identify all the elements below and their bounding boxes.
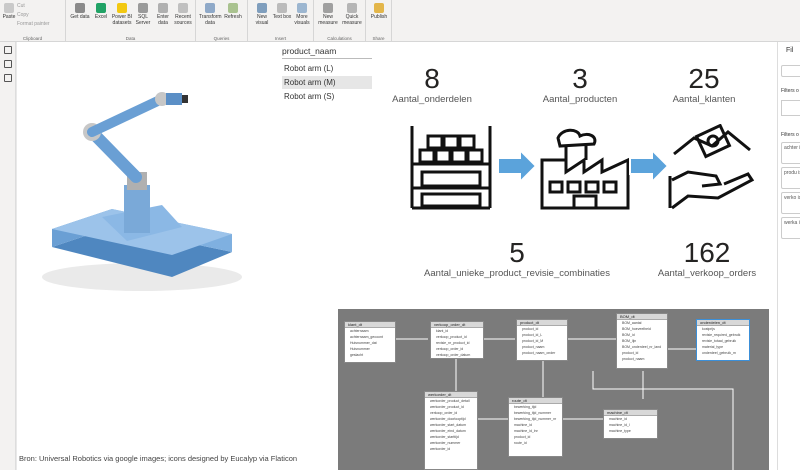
handshake-money-icon [668, 124, 755, 210]
enter-data-button[interactable]: Enter data [152, 3, 174, 26]
filter-card[interactable]: achter is (All) [781, 142, 800, 164]
filter-search-input[interactable] [781, 65, 800, 77]
cut-button[interactable]: Cut [17, 3, 25, 9]
model-table-onderdelen[interactable]: onderdelen_dt kostprijs revisie_required… [696, 319, 750, 361]
data-group: Get data Excel Power BI datasets SQL Ser… [66, 0, 196, 42]
powerbi-icon [117, 3, 127, 13]
filter-card[interactable]: werka is (All) [781, 217, 800, 239]
arrow-right-icon [497, 148, 538, 184]
kpi-card-verkoop-orders[interactable]: 162 Aantal_verkoop_orders [642, 238, 772, 280]
measure-icon [323, 3, 333, 13]
copy-button[interactable]: Copy [17, 12, 29, 18]
kpi-card-revisie-combinaties[interactable]: 5 Aantal_unieke_product_revisie_combinat… [407, 238, 627, 280]
filters-pane: Fil Filters o Filters o achter is (All) … [777, 42, 800, 470]
chart-icon [257, 3, 267, 13]
excel-icon [96, 3, 106, 13]
filters-title: Fil [786, 47, 794, 54]
slicer-item[interactable]: Robot arm (L) [282, 62, 372, 75]
table-icon [158, 3, 168, 13]
model-table-verkoop-order[interactable]: verkoop_order_dt klant_id verkoop_produc… [430, 321, 484, 359]
paste-icon [4, 3, 14, 13]
filter-card[interactable]: produ is (All) [781, 167, 800, 189]
quick-measure-button[interactable]: Quick measure [341, 3, 363, 26]
robot-arm-image [42, 92, 242, 291]
kpi-card-onderdelen[interactable]: 8 Aantal_onderdelen [382, 64, 482, 106]
share-group: Publish Share [366, 0, 392, 42]
database-icon [75, 3, 85, 13]
report-view-icon[interactable] [3, 46, 12, 54]
report-canvas: product_naam Robot arm (L) Robot arm (M)… [17, 42, 777, 470]
calculations-group-label: Calculations [327, 36, 352, 41]
queries-group: Transform data Refresh Queries [196, 0, 248, 42]
source-footer: Bron: Universal Robotics via google imag… [19, 454, 298, 463]
warehouse-shelf-icon [410, 126, 492, 210]
refresh-button[interactable]: Refresh [222, 3, 244, 20]
view-switcher [0, 42, 16, 470]
more-visuals-button[interactable]: More visuals [291, 3, 313, 26]
powerbi-datasets-button[interactable]: Power BI datasets [111, 3, 133, 26]
data-view-icon[interactable] [3, 60, 12, 68]
model-table-machine[interactable]: machine_dt machine_id machine_id_l machi… [603, 409, 658, 439]
text-box-button[interactable]: Text box [271, 3, 293, 20]
model-table-product[interactable]: product_dt product_id product_id_L produ… [516, 319, 568, 361]
filters-on-all-pages-label: Filters o [781, 132, 799, 138]
new-visual-button[interactable]: New visual [251, 3, 273, 26]
factory-icon [540, 128, 630, 210]
model-table-werkorder[interactable]: werkorder_dt werkorder_product_detail we… [424, 391, 478, 470]
slicer-item[interactable]: Robot arm (S) [282, 90, 372, 103]
publish-button[interactable]: Publish [368, 3, 390, 20]
model-table-klant[interactable]: klant_dt achternaam achternaam_gecoont H… [344, 321, 396, 363]
paste-button[interactable]: Paste [2, 3, 16, 20]
recent-sources-button[interactable]: Recent sources [172, 3, 194, 26]
model-view-icon[interactable] [3, 74, 12, 82]
add-filter-box[interactable] [781, 100, 800, 116]
model-table-bom[interactable]: BOM_dt BOM_aantal BOM_hoeveelheid BOM_id… [616, 313, 668, 369]
share-group-label: Share [372, 36, 385, 41]
excel-button[interactable]: Excel [90, 3, 112, 20]
queries-group-label: Queries [213, 36, 230, 41]
get-data-button[interactable]: Get data [69, 3, 91, 20]
sql-icon [138, 3, 148, 13]
filter-card[interactable]: verko is (All) [781, 192, 800, 214]
clipboard-group: Paste Cut Copy Format painter Clipboard [0, 0, 66, 42]
visuals-icon [297, 3, 307, 13]
quick-measure-icon [347, 3, 357, 13]
clipboard-group-label: Clipboard [22, 36, 43, 41]
ribbon: Paste Cut Copy Format painter Clipboard … [0, 0, 800, 42]
recent-icon [178, 3, 188, 13]
arrow-right-icon [629, 148, 670, 184]
slicer-item[interactable]: Robot arm (M) [282, 76, 372, 89]
insert-group: New visual Text box More visuals Insert [248, 0, 314, 42]
model-table-route[interactable]: route_dt bewerking_tijd bewerking_tijd_n… [508, 397, 563, 457]
kpi-card-klanten[interactable]: 25 Aantal_klanten [654, 64, 754, 106]
product-slicer: product_naam Robot arm (L) Robot arm (M)… [282, 46, 372, 104]
refresh-icon [228, 3, 238, 13]
format-painter-button[interactable]: Format painter [17, 21, 50, 27]
new-measure-button[interactable]: New measure [317, 3, 339, 26]
transform-icon [205, 3, 215, 13]
data-group-label: Data [125, 36, 136, 41]
textbox-icon [277, 3, 287, 13]
sql-server-button[interactable]: SQL Server [132, 3, 154, 26]
insert-group-label: Insert [274, 36, 287, 41]
calculations-group: New measure Quick measure Calculations [314, 0, 366, 42]
kpi-card-producten[interactable]: 3 Aantal_producten [530, 64, 630, 106]
filters-on-page-label: Filters o [781, 88, 799, 94]
slicer-header: product_naam [282, 46, 372, 59]
publish-icon [374, 3, 384, 13]
data-model-diagram: klant_dt achternaam achternaam_gecoont H… [338, 309, 769, 470]
transform-data-button[interactable]: Transform data [199, 3, 222, 26]
